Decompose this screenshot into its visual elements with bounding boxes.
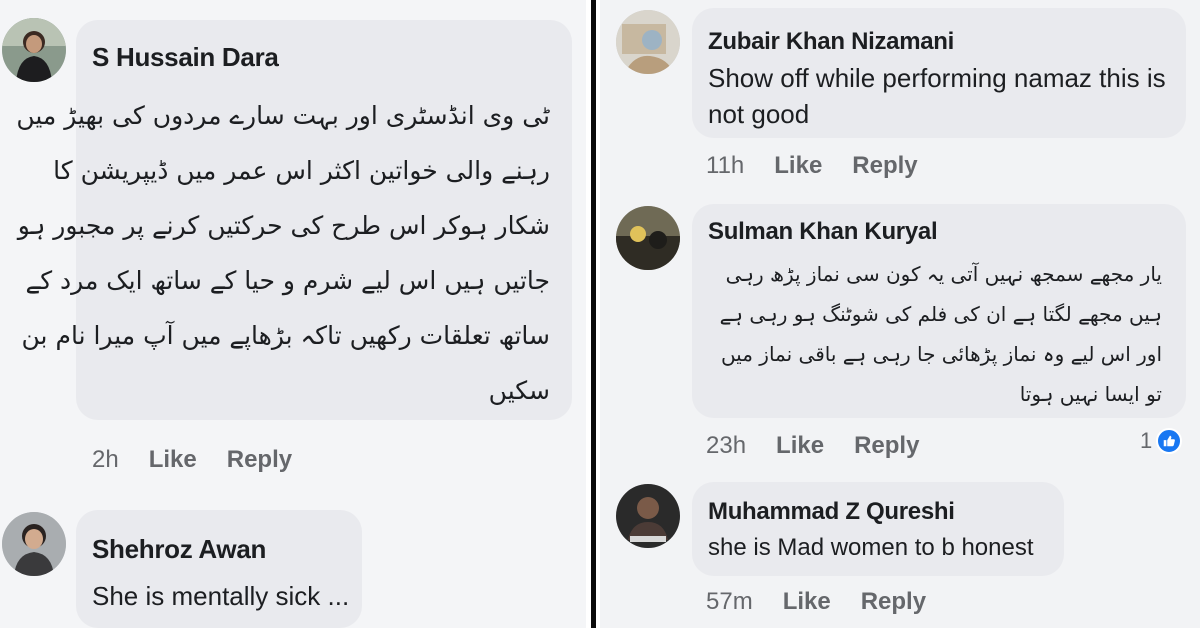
comment-line: یار مجھے سمجھ نہیں آتی یہ کون سی نماز پڑ… [725, 262, 1162, 286]
comment-author[interactable]: Muhammad Z Qureshi [708, 498, 955, 526]
comment-timestamp[interactable]: 57m [706, 588, 753, 616]
like-button[interactable]: Like [776, 432, 824, 460]
comment-text: she is Mad women to b honest [708, 534, 1034, 561]
reaction-count: 1 [1140, 428, 1153, 453]
comment-text: She is mentally sick ... [92, 581, 350, 611]
comment-line: Show off while performing namaz this is [708, 63, 1166, 93]
comment-timestamp[interactable]: 23h [706, 432, 746, 460]
comment-actions: 11h Like Reply [706, 152, 918, 180]
comment-actions: 23h Like Reply [706, 432, 919, 460]
panel-divider [591, 0, 596, 628]
comment-bubble: Sulman Khan Kuryal یار مجھے سمجھ نہیں آت… [692, 204, 1186, 418]
comments-panel-right: Zubair Khan Nizamani Show off while perf… [600, 0, 1200, 628]
like-button[interactable]: Like [783, 588, 831, 616]
avatar-zubair-khan-nizamani[interactable] [616, 10, 680, 74]
comment-line: ساتھ تعلقات رکھیں تاکہ بڑھاپے میں آپ میر… [21, 321, 550, 350]
comment-bubble: S Hussain Dara ٹی وی انڈسٹری اور بہت سار… [16, 20, 572, 420]
avatar-s-hussain-dara[interactable] [2, 18, 66, 82]
comment-actions: 57m Like Reply [706, 588, 926, 616]
reply-button[interactable]: Reply [861, 588, 926, 616]
comment-line: تو ایسا نہیں ہوتا [1019, 382, 1162, 406]
reaction-summary[interactable]: 1 [1140, 428, 1183, 454]
comment-line: سکیں [488, 376, 550, 405]
reply-button[interactable]: Reply [852, 152, 917, 180]
comment-text: یار مجھے سمجھ نہیں آتی یہ کون سی نماز پڑ… [702, 254, 1162, 414]
like-thumb-icon [1156, 428, 1183, 454]
comment-line: جاتیں ہیں اس لیے شرم و حیا کے ساتھ ایک م… [25, 266, 550, 295]
comments-panel-left: S Hussain Dara ٹی وی انڈسٹری اور بہت سار… [0, 0, 586, 628]
comment-line: not good [708, 99, 810, 129]
comment-bubble: Muhammad Z Qureshi she is Mad women to b… [692, 482, 1064, 576]
like-button[interactable]: Like [149, 446, 197, 474]
comment-line: شکار ہوکر اس طرح کی حرکتیں کرنے پر مجبور… [17, 211, 550, 240]
comment-line: ٹی وی انڈسٹری اور بہت سارے مردوں کی بھیڑ… [16, 101, 550, 130]
comment-text: Show off while performing namaz this is … [708, 60, 1166, 132]
avatar-shehroz-awan[interactable] [2, 512, 66, 576]
comment-bubble: Shehroz Awan She is mentally sick ... [76, 510, 362, 628]
comment-line: رہنے والی خواتین اکثر اس عمر میں ڈیپریشن… [53, 156, 550, 185]
comment-line: اور اس لیے وہ نماز پڑھائی جا رہی ہے باقی… [720, 342, 1162, 366]
reply-button[interactable]: Reply [854, 432, 919, 460]
comment-author[interactable]: Shehroz Awan [92, 534, 266, 565]
comment-text: ٹی وی انڈسٹری اور بہت سارے مردوں کی بھیڑ… [16, 88, 550, 418]
comment-line: ہیں مجھے لگتا ہے ان کی فلم کی شوٹنگ ہو ر… [719, 302, 1162, 326]
comment-actions: 2h Like Reply [92, 446, 292, 474]
comment-bubble: Zubair Khan Nizamani Show off while perf… [692, 8, 1186, 138]
comment-author[interactable]: Zubair Khan Nizamani [708, 28, 954, 56]
comment-timestamp[interactable]: 11h [706, 152, 744, 180]
comment-author[interactable]: Sulman Khan Kuryal [708, 218, 938, 246]
avatar-muhammad-z-qureshi[interactable] [616, 484, 680, 548]
comment-author[interactable]: S Hussain Dara [92, 42, 279, 73]
reply-button[interactable]: Reply [227, 446, 292, 474]
comment-timestamp[interactable]: 2h [92, 446, 119, 474]
avatar-sulman-khan-kuryal[interactable] [616, 206, 680, 270]
like-button[interactable]: Like [774, 152, 822, 180]
